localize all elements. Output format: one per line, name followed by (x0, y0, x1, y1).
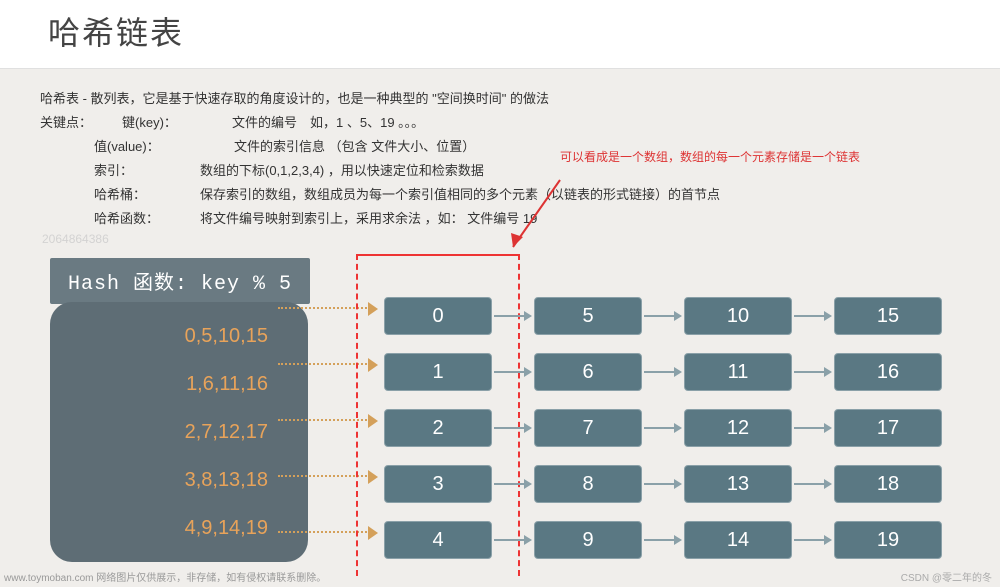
group-item: 3,8,13,18 (50, 464, 308, 512)
chain-node: 0 (384, 297, 492, 335)
hash-function-label: Hash 函数: key % 5 (50, 258, 310, 304)
desc-val: 保存索引的数组，数组成员为每一个索引值相同的多个元素（以链表的形式链接）的首节点 (200, 183, 720, 207)
chain-row: 4 9 14 19 (384, 512, 942, 568)
link-arrow-icon (792, 308, 834, 324)
group-item: 2,7,12,17 (50, 416, 308, 464)
red-annotation: 可以看成是一个数组，数组的每一个元素存储是一个链表 (560, 148, 860, 165)
chain-node: 2 (384, 409, 492, 447)
desc-key: 键(key)： (122, 111, 232, 135)
chain-node: 7 (534, 409, 642, 447)
chain-row: 3 8 13 18 (384, 456, 942, 512)
group-box: 0,5,10,15 1,6,11,16 2,7,12,17 3,8,13,18 … (50, 302, 308, 562)
link-arrow-icon (642, 532, 684, 548)
key-label: 关键点： (40, 111, 92, 135)
chain-row: 0 5 10 15 (384, 288, 942, 344)
dotted-arrow-icon (278, 363, 374, 365)
link-arrow-icon (492, 476, 534, 492)
chain-node: 3 (384, 465, 492, 503)
desc-key: 哈希函数： (94, 207, 200, 231)
dotted-arrow-icon (278, 475, 374, 477)
intro-text: 哈希表 - 散列表，它是基于快速存取的角度设计的，也是一种典型的 "空间换时间"… (40, 87, 1000, 111)
link-arrow-icon (792, 420, 834, 436)
footer-left: www.toymoban.com 网络图片仅供展示，非存储，如有侵权请联系删除。 (4, 569, 326, 584)
chain-node: 1 (384, 353, 492, 391)
link-arrow-icon (792, 476, 834, 492)
link-arrow-icon (492, 308, 534, 324)
link-arrow-icon (642, 420, 684, 436)
chain-node: 4 (384, 521, 492, 559)
group-item: 0,5,10,15 (50, 320, 308, 368)
footer-right: CSDN @零二年的冬 (901, 569, 992, 584)
link-arrow-icon (492, 420, 534, 436)
link-arrow-icon (492, 532, 534, 548)
link-arrow-icon (492, 364, 534, 380)
chain-node: 5 (534, 297, 642, 335)
chain-node: 14 (684, 521, 792, 559)
dotted-arrow-icon (278, 307, 374, 309)
dotted-arrow-icon (278, 419, 374, 421)
chain-node: 10 (684, 297, 792, 335)
link-arrow-icon (642, 308, 684, 324)
page-title: 哈希链表 (48, 8, 1000, 54)
link-arrow-icon (792, 364, 834, 380)
link-arrow-icon (642, 364, 684, 380)
chain-row: 2 7 12 17 (384, 400, 942, 456)
hash-chains: 051015161116271217381318491419 (384, 288, 942, 568)
desc-key: 哈希桶： (94, 183, 200, 207)
chain-node: 6 (534, 353, 642, 391)
chain-node: 15 (834, 297, 942, 335)
desc-val: 文件的编号 如，1 、5、19 。。。 (232, 111, 424, 135)
dotted-arrow-icon (278, 531, 374, 533)
chain-node: 12 (684, 409, 792, 447)
watermark: 2064864386 (42, 232, 109, 246)
chain-node: 18 (834, 465, 942, 503)
chain-node: 11 (684, 353, 792, 391)
desc-key: 索引： (94, 159, 200, 183)
chain-node: 19 (834, 521, 942, 559)
desc-key: 值(value)： (94, 135, 234, 159)
chain-node: 17 (834, 409, 942, 447)
desc-val: 文件的索引信息 （包含 文件大小、位置） (234, 135, 475, 159)
chain-node: 8 (534, 465, 642, 503)
chain-node: 9 (534, 521, 642, 559)
link-arrow-icon (792, 532, 834, 548)
group-item: 1,6,11,16 (50, 368, 308, 416)
desc-val: 将文件编号映射到索引上，采用求余法 ，如： 文件编号 19 (200, 207, 537, 231)
chain-node: 13 (684, 465, 792, 503)
chain-node: 16 (834, 353, 942, 391)
group-item: 4,9,14,19 (50, 512, 308, 560)
chain-row: 161116 (384, 344, 942, 400)
desc-val: 数组的下标(0,1,2,3,4) ，用以快速定位和检索数据 (200, 159, 484, 183)
link-arrow-icon (642, 476, 684, 492)
